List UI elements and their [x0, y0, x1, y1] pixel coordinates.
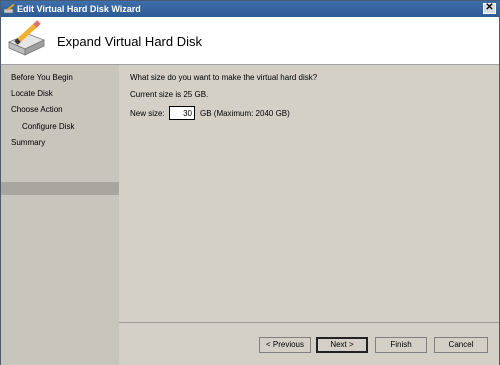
step-summary[interactable]: Summary [11, 138, 45, 147]
step-locate-disk[interactable]: Locate Disk [11, 89, 53, 98]
wizard-content: What size do you want to make the virtua… [119, 65, 499, 365]
active-step-highlight [1, 182, 119, 195]
size-question: What size do you want to make the virtua… [130, 73, 318, 82]
new-size-label: New size: [130, 109, 165, 118]
disk-pencil-icon [4, 4, 15, 14]
wizard-steps-sidebar: Before You Begin Locate Disk Choose Acti… [1, 65, 119, 365]
new-size-unit-text: GB (Maximum: 2040 GB) [200, 109, 290, 118]
close-button[interactable]: ✕ [483, 2, 496, 14]
wizard-window: Edit Virtual Hard Disk Wizard ✕ Expand V… [0, 0, 500, 365]
new-size-input[interactable] [169, 106, 195, 120]
wizard-header: Expand Virtual Hard Disk [1, 17, 499, 65]
title-bar: Edit Virtual Hard Disk Wizard ✕ [1, 1, 499, 17]
close-icon: ✕ [485, 2, 494, 13]
current-size-text: Current size is 25 GB. [130, 90, 209, 99]
window-title: Edit Virtual Hard Disk Wizard [17, 4, 141, 14]
step-before-you-begin[interactable]: Before You Begin [11, 73, 73, 82]
finish-button[interactable]: Finish [375, 337, 427, 353]
cancel-button[interactable]: Cancel [434, 337, 488, 353]
hard-disk-pencil-icon [7, 20, 46, 56]
step-choose-action[interactable]: Choose Action [11, 105, 63, 114]
previous-button[interactable]: < Previous [259, 337, 311, 353]
step-configure-disk[interactable]: Configure Disk [22, 122, 74, 131]
button-bar-divider [119, 322, 499, 323]
page-title: Expand Virtual Hard Disk [57, 34, 202, 49]
next-button[interactable]: Next > [316, 337, 368, 353]
